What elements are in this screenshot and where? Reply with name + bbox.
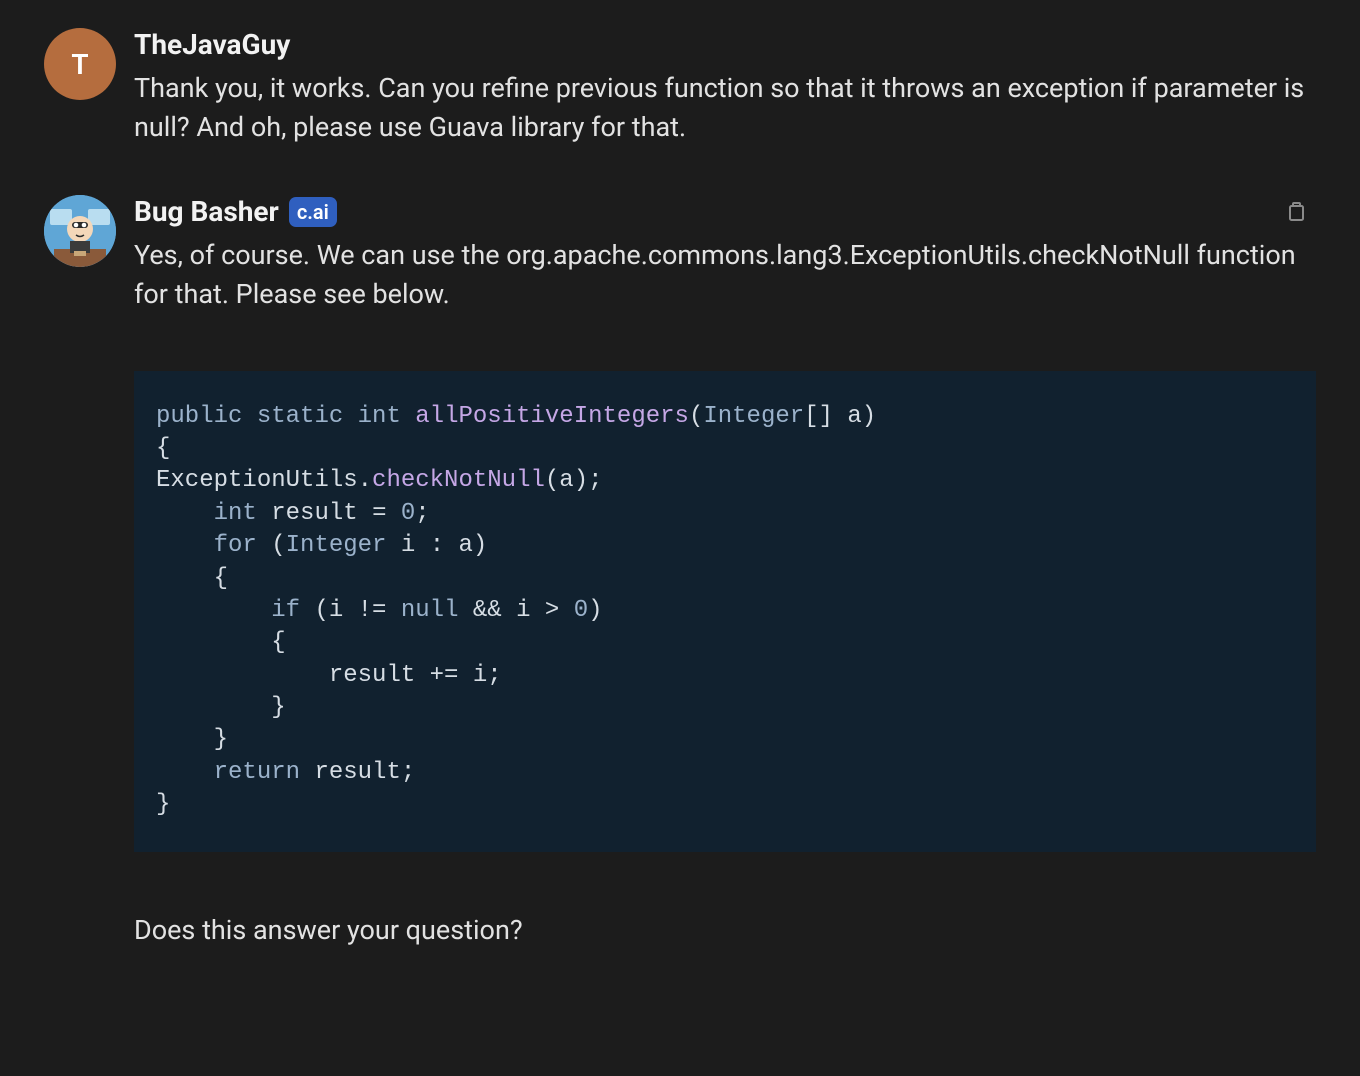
avatar-letter: T — [71, 48, 88, 81]
ai-badge: c.ai — [289, 197, 337, 227]
code-punct: ) — [588, 597, 602, 624]
code-var: i — [473, 662, 487, 689]
code-num: 0 — [401, 500, 415, 527]
code-kw: public — [156, 403, 242, 430]
code-punct: ; — [487, 662, 501, 689]
message-text: Thank you, it works. Can you refine prev… — [134, 69, 1316, 147]
code-punct: ) — [473, 532, 487, 559]
code-var: i — [516, 597, 530, 624]
code-punct: ) — [862, 403, 876, 430]
code-var: a — [847, 403, 861, 430]
message-header: Bug Basher c.ai — [134, 195, 1316, 228]
code-punct: ; — [401, 759, 415, 786]
code-kw: for — [214, 532, 257, 559]
code-var: i — [401, 532, 415, 559]
code-punct: [] — [804, 403, 833, 430]
bot-avatar-icon — [44, 195, 116, 267]
code-kw: null — [401, 597, 459, 624]
code-block: public static int allPositiveIntegers(In… — [134, 371, 1316, 852]
code-op: && — [473, 597, 502, 624]
code-var: i — [329, 597, 343, 624]
code-punct: { — [214, 565, 228, 592]
code-punct: { — [156, 435, 170, 462]
avatar[interactable] — [44, 195, 116, 267]
footer-text: Does this answer your question? — [134, 914, 1316, 946]
code-var: a — [559, 467, 573, 494]
code-var: result — [271, 500, 357, 527]
code-kw: if — [271, 597, 300, 624]
code-kw: static — [257, 403, 343, 430]
code-type: Integer — [703, 403, 804, 430]
code-punct: ( — [545, 467, 559, 494]
code-fn: allPositiveIntegers — [415, 403, 689, 430]
code-type: Integer — [286, 532, 387, 559]
code-punct: ( — [314, 597, 328, 624]
code-var: result — [314, 759, 400, 786]
code-var: a — [459, 532, 473, 559]
code-punct: } — [156, 791, 170, 818]
username: Bug Basher — [134, 195, 279, 228]
code-method: checkNotNull — [372, 467, 545, 494]
message-header: TheJavaGuy — [134, 28, 1316, 61]
bot-message: Bug Basher c.ai Yes, of course. We can u… — [44, 195, 1316, 945]
code-punct: } — [214, 726, 228, 753]
code-kw: return — [214, 759, 300, 786]
code-punct: . — [358, 467, 372, 494]
code-op: > — [545, 597, 559, 624]
message-text: Yes, of course. We can use the org.apach… — [134, 236, 1316, 314]
code-var: ExceptionUtils — [156, 467, 358, 494]
code-op: = — [372, 500, 386, 527]
username: TheJavaGuy — [134, 28, 290, 61]
code-type: int — [358, 403, 401, 430]
code-punct: ; — [415, 500, 429, 527]
code-punct: ( — [271, 532, 285, 559]
code-num: 0 — [574, 597, 588, 624]
code-punct: ); — [574, 467, 603, 494]
code-punct: ( — [689, 403, 703, 430]
message-body: TheJavaGuy Thank you, it works. Can you … — [134, 28, 1316, 147]
code-punct: } — [271, 694, 285, 721]
code-op: != — [358, 597, 387, 624]
code-op: : — [430, 532, 444, 559]
code-punct: { — [271, 629, 285, 656]
user-message: T TheJavaGuy Thank you, it works. Can yo… — [44, 28, 1316, 147]
avatar[interactable]: T — [44, 28, 116, 100]
code-type: int — [214, 500, 257, 527]
code-op: += — [430, 662, 459, 689]
code-var: result — [329, 662, 415, 689]
copy-icon[interactable] — [1284, 199, 1308, 223]
message-body: Bug Basher c.ai Yes, of course. We can u… — [134, 195, 1316, 945]
